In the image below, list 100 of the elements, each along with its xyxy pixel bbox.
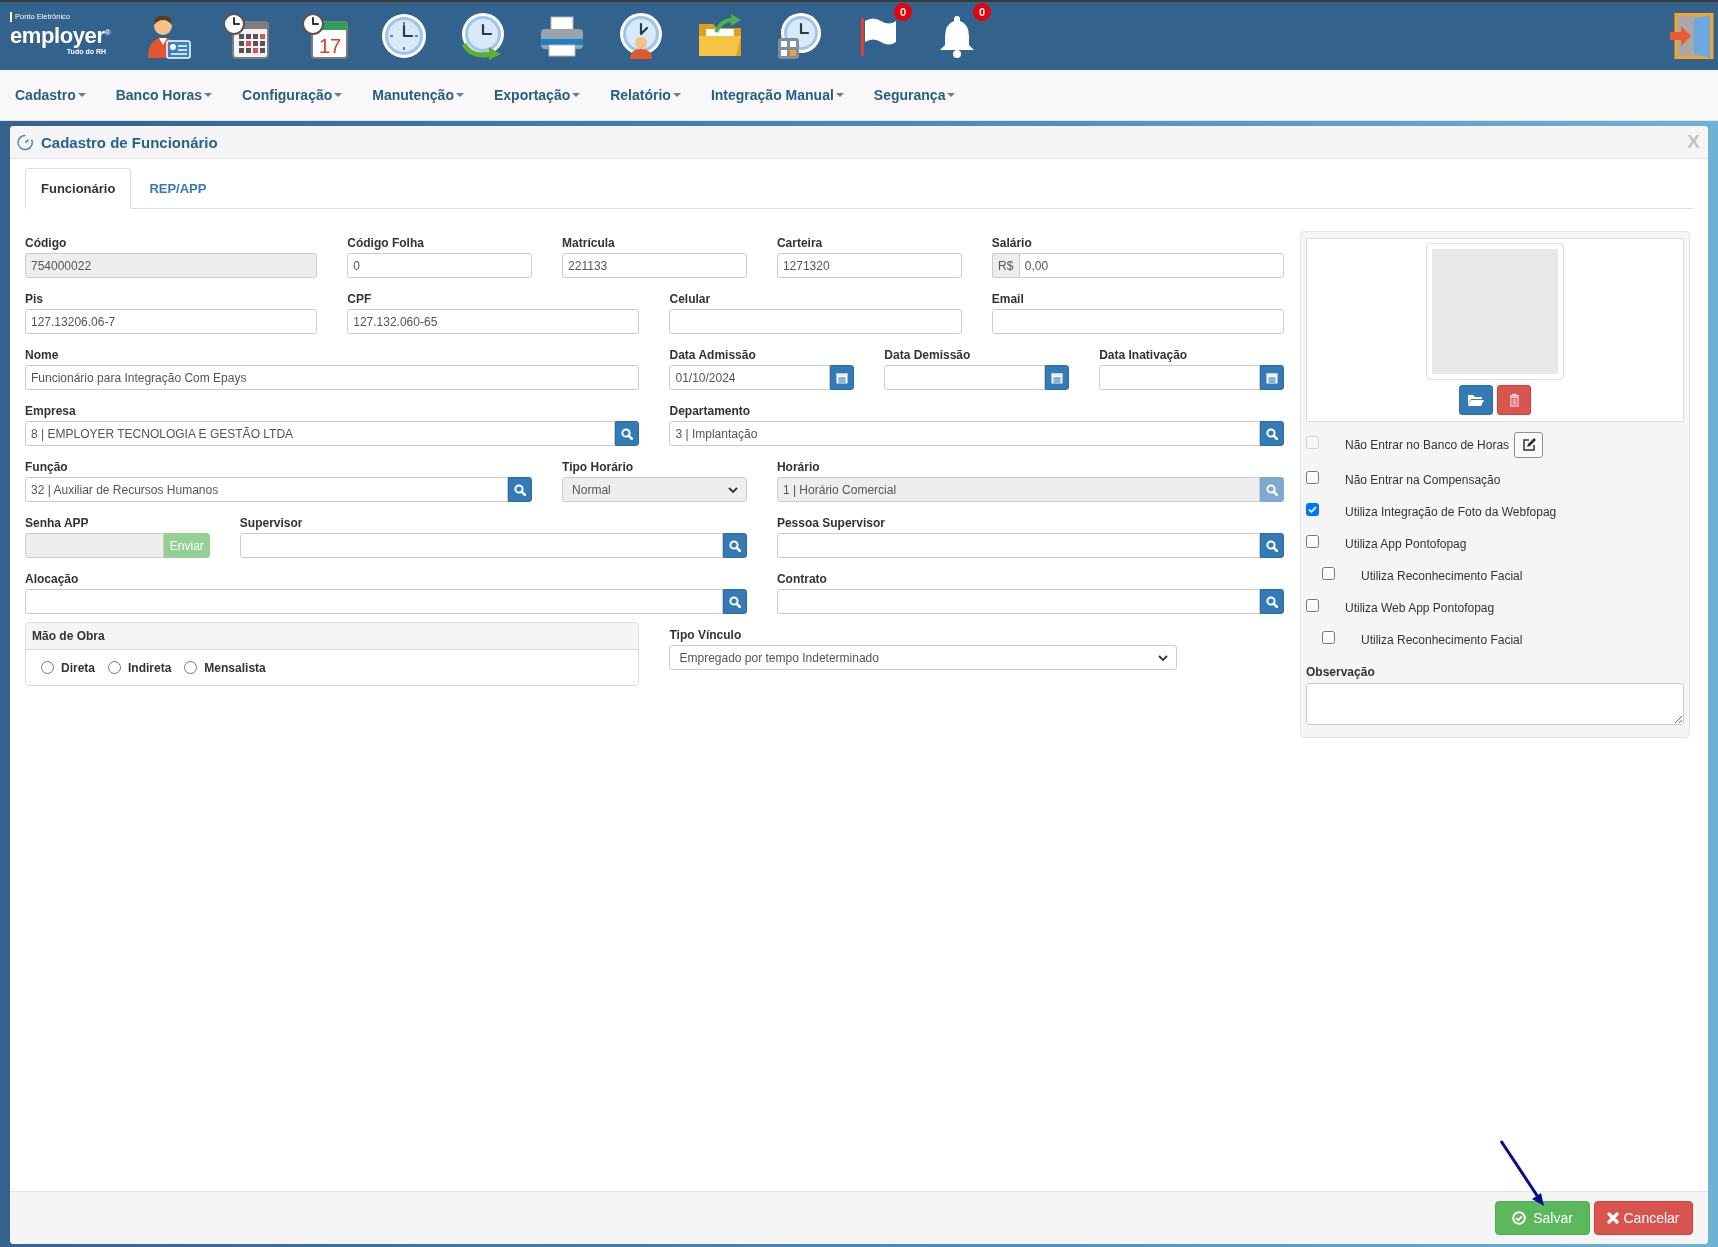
- input-field[interactable]: 3 | Implantação: [669, 421, 1260, 446]
- search-button[interactable]: [508, 477, 533, 502]
- menu-item[interactable]: Relatório: [595, 87, 696, 103]
- input-field[interactable]: 0: [347, 253, 533, 278]
- field-label: Data Admissão: [669, 348, 757, 362]
- upload-button[interactable]: [1459, 385, 1493, 415]
- field-label: Pis: [25, 292, 44, 306]
- menu-item[interactable]: Configuração: [227, 87, 358, 103]
- edit-button[interactable]: [1514, 432, 1544, 458]
- input-field[interactable]: [239, 533, 723, 558]
- checkbox[interactable]: [1322, 631, 1335, 644]
- chevron-down-icon: [1157, 654, 1168, 661]
- menu-item[interactable]: Cadastro: [0, 87, 101, 103]
- field-label: Alocação: [25, 572, 80, 586]
- field-label: Horário: [776, 460, 821, 474]
- input-field[interactable]: 1271320: [776, 253, 962, 278]
- calendar-icon: [1051, 371, 1064, 384]
- menu-item[interactable]: Segurança: [858, 87, 971, 103]
- search-icon: [1266, 483, 1278, 496]
- input-field[interactable]: [991, 309, 1284, 334]
- clock-person-icon[interactable]: [617, 12, 665, 60]
- search-button[interactable]: [615, 421, 640, 446]
- checkbox[interactable]: [1306, 599, 1319, 612]
- field-label: Tipo Vínculo: [669, 628, 743, 642]
- checkbox[interactable]: [1322, 567, 1335, 580]
- input-field[interactable]: [776, 533, 1260, 558]
- menu-item[interactable]: Manutenção: [357, 87, 479, 103]
- caret-icon: [204, 93, 213, 97]
- calendar-button[interactable]: [1260, 365, 1284, 390]
- calendar-icon: [836, 371, 849, 384]
- cancel-button[interactable]: Cancelar: [1594, 1201, 1693, 1235]
- input-field[interactable]: 0,00: [1018, 253, 1284, 278]
- radio-button[interactable]: [41, 661, 54, 674]
- close-icon: [1607, 1212, 1620, 1224]
- calendar-clock-icon[interactable]: [222, 12, 270, 60]
- search-button[interactable]: [1260, 477, 1284, 502]
- checkbox[interactable]: [1306, 471, 1319, 484]
- calendar-button[interactable]: [830, 365, 855, 390]
- tab[interactable]: REP/APP: [133, 168, 223, 209]
- input-field[interactable]: 127.13206.06-7: [25, 309, 318, 334]
- input-field[interactable]: 01/10/2024: [669, 365, 831, 390]
- input-field[interactable]: Funcionário para Integração Com Epays: [25, 365, 640, 390]
- search-button[interactable]: [1260, 421, 1284, 446]
- calendar-button[interactable]: [1045, 365, 1070, 390]
- menu-item[interactable]: Exportação: [478, 87, 596, 103]
- caret-icon: [77, 93, 86, 97]
- search-icon: [728, 595, 741, 608]
- checkbox-label: Não Entrar na Compensação: [1345, 473, 1501, 487]
- field-label: Código: [25, 236, 68, 250]
- search-icon: [514, 483, 527, 496]
- input-field[interactable]: [1099, 365, 1260, 390]
- menu-item[interactable]: Banco Horas: [100, 87, 228, 103]
- menu-item[interactable]: Integração Manual: [695, 87, 859, 103]
- field-label: Nome: [25, 348, 60, 362]
- search-button[interactable]: [722, 533, 747, 558]
- input-field[interactable]: 127.132.060-65: [347, 309, 640, 334]
- notification-badge: 0: [894, 3, 912, 21]
- search-button[interactable]: [1260, 533, 1284, 558]
- field-label: Função: [25, 460, 69, 474]
- input-field[interactable]: [25, 589, 723, 614]
- input-field[interactable]: 221133: [562, 253, 747, 278]
- field-label: Contrato: [776, 572, 828, 586]
- search-icon: [728, 539, 741, 552]
- exit-door-icon[interactable]: [1670, 13, 1714, 59]
- field-label: Data Inativação: [1099, 348, 1189, 362]
- clock-arrow-icon[interactable]: [459, 12, 507, 60]
- folder-open-icon: [1467, 393, 1485, 407]
- field-label: Email: [991, 292, 1025, 306]
- clock-icon[interactable]: [380, 12, 428, 60]
- input-field[interactable]: 32 | Auxiliar de Recursos Humanos: [25, 477, 509, 502]
- tab[interactable]: Funcionário: [25, 168, 132, 209]
- input-field[interactable]: [669, 309, 962, 334]
- search-icon: [1266, 595, 1278, 608]
- caret-icon: [835, 93, 844, 97]
- radio-button[interactable]: [108, 661, 121, 674]
- chevron-down-icon: [727, 486, 738, 493]
- clock-calculator-icon[interactable]: [775, 12, 823, 60]
- input-field[interactable]: [776, 589, 1260, 614]
- input-field[interactable]: [884, 365, 1046, 390]
- checkbox[interactable]: [1306, 535, 1319, 548]
- caret-icon: [572, 93, 581, 97]
- input-field[interactable]: 8 | EMPLOYER TECNOLOGIA E GESTÃO LTDA: [25, 421, 616, 446]
- dropdown[interactable]: Empregado por tempo Indeterminado: [669, 645, 1177, 670]
- radio-button[interactable]: [184, 661, 198, 674]
- field-label: Carteira: [776, 236, 824, 250]
- search-icon: [1266, 427, 1278, 440]
- search-button[interactable]: [1260, 589, 1284, 614]
- search-icon: [621, 427, 634, 440]
- check-circle-icon: [1512, 1211, 1527, 1225]
- checkbox-label: Não Entrar no Banco de Horas: [1345, 438, 1510, 452]
- search-button[interactable]: [722, 589, 747, 614]
- radio-label: Mensalista: [204, 660, 266, 675]
- dialog-title: Cadastro de Funcionário: [41, 133, 218, 151]
- checkbox[interactable]: [1306, 503, 1319, 516]
- field-label: Data Demissão: [884, 348, 972, 362]
- calendar-icon: [1266, 371, 1278, 384]
- delete-button[interactable]: [1497, 385, 1531, 415]
- caret-icon: [672, 93, 681, 97]
- field-label: Observação: [1306, 665, 1376, 679]
- trash-icon: [1508, 393, 1520, 407]
